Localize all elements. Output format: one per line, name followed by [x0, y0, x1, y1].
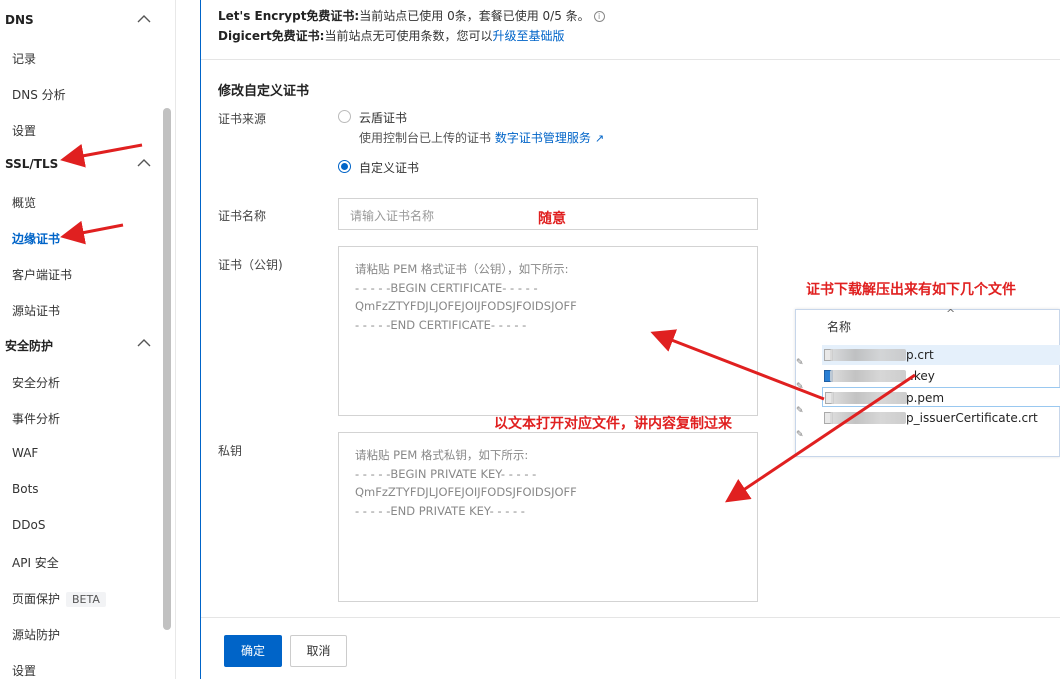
file-row-crt[interactable]: p.crt	[822, 345, 1060, 365]
sidebar-item-origin-certificates[interactable]: 源站证书	[12, 302, 60, 319]
digicert-notice: Digicert免费证书:当前站点无可使用条数，您可以升级至基础版	[218, 27, 565, 44]
letsencrypt-notice: Let's Encrypt免费证书:当前站点已使用 0条，套餐已使用 0/5 条…	[218, 7, 605, 24]
file-suffix: p.crt	[906, 348, 934, 362]
explorer-column-name[interactable]: 名称	[827, 318, 851, 335]
radio-cloud-description: 使用控制台已上传的证书 数字证书管理服务 ↗	[359, 129, 604, 146]
sidebar-item-page-protection[interactable]: 页面保护 BETA	[12, 590, 106, 607]
blurred-filename	[830, 370, 906, 382]
external-link-icon[interactable]: ↗	[595, 132, 604, 145]
annotation-random: 随意	[538, 211, 566, 227]
cancel-button[interactable]: 取消	[290, 635, 347, 667]
pin-icon: ✎	[796, 430, 804, 440]
radio-custom-certificate[interactable]	[338, 160, 351, 173]
radio-custom-label[interactable]: 自定义证书	[359, 159, 419, 176]
name-label: 证书名称	[218, 209, 267, 223]
section-title: 修改自定义证书	[218, 84, 310, 99]
annotation-copy-note: 以文本打开对应文件，讲内容复制过来	[494, 416, 732, 432]
letsencrypt-title: Let's Encrypt免费证书:	[218, 9, 360, 23]
sidebar-item-ddos[interactable]: DDoS	[12, 518, 45, 532]
pin-icon: ✎	[796, 382, 804, 392]
file-explorer-snippet: ^ 名称 ✎ ✎ ✎ ✎ p.crt .key p.pem p_issuerCe…	[795, 307, 1060, 457]
sidebar-item-dns-settings[interactable]: 设置	[12, 122, 36, 139]
sidebar-item-client-certificates[interactable]: 客户端证书	[12, 266, 72, 283]
chevron-up-icon[interactable]	[136, 157, 152, 169]
public-key-label: 证书（公钥)	[218, 258, 283, 272]
footer-divider	[201, 617, 1060, 618]
digicert-text: 当前站点无可使用条数，您可以	[324, 29, 493, 43]
sidebar-item-label: 页面保护	[12, 592, 61, 606]
sidebar-item-api-security[interactable]: API 安全	[12, 554, 59, 571]
blurred-filename	[830, 412, 906, 424]
radio-cloud-desc-text: 使用控制台已上传的证书	[359, 131, 492, 145]
divider	[201, 59, 1060, 60]
sidebar-scrollbar-thumb[interactable]	[163, 108, 171, 630]
certificate-placeholder: 请粘贴 PEM 格式证书（公钥），如下所示: - - - - -BEGIN CE…	[355, 262, 577, 332]
sidebar-item-event-analysis[interactable]: 事件分析	[12, 410, 60, 427]
sidebar-item-edge-certificates[interactable]: 边缘证书	[12, 230, 60, 247]
file-row-issuer-crt[interactable]: p_issuerCertificate.crt	[822, 408, 1060, 428]
private-key-label: 私钥	[218, 444, 243, 458]
pin-icon: ✎	[796, 358, 804, 368]
file-suffix: .key	[910, 369, 935, 383]
name-placeholder: 请输入证书名称	[350, 209, 435, 223]
info-icon[interactable]: i	[593, 11, 605, 22]
source-label: 证书来源	[218, 112, 267, 126]
sidebar-item-security-analysis[interactable]: 安全分析	[12, 374, 60, 391]
private-key-placeholder: 请粘贴 PEM 格式私钥，如下所示: - - - - -BEGIN PRIVAT…	[355, 448, 577, 518]
sidebar-group-ssl-tls[interactable]: SSL/TLS	[5, 157, 58, 171]
sidebar-group-security[interactable]: 安全防护	[5, 337, 53, 354]
certificate-textarea[interactable]: 请粘贴 PEM 格式证书（公钥），如下所示: - - - - -BEGIN CE…	[338, 246, 758, 416]
radio-cloud-certificate[interactable]	[338, 110, 351, 123]
sort-chevron-icon[interactable]: ^	[946, 307, 955, 320]
sidebar-group-dns[interactable]: DNS	[5, 13, 34, 27]
sidebar-item-security-settings[interactable]: 设置	[12, 662, 36, 679]
radio-cloud-label[interactable]: 云盾证书	[359, 109, 407, 126]
blurred-filename	[831, 392, 907, 404]
file-suffix: p_issuerCertificate.crt	[906, 411, 1038, 425]
letsencrypt-text: 当前站点已使用 0条，套餐已使用 0/5 条。	[359, 9, 590, 23]
sidebar-item-waf[interactable]: WAF	[12, 446, 38, 460]
file-row-key[interactable]: .key	[822, 366, 1060, 386]
blurred-filename	[830, 349, 906, 361]
sidebar-item-overview[interactable]: 概览	[12, 194, 36, 211]
file-row-pem[interactable]: p.pem	[822, 387, 1060, 407]
file-suffix: p.pem	[906, 391, 945, 405]
beta-badge: BETA	[66, 592, 106, 607]
chevron-up-icon[interactable]	[136, 13, 152, 25]
sidebar-item-dns-analysis[interactable]: DNS 分析	[12, 86, 66, 103]
sidebar-item-origin-protection[interactable]: 源站防护	[12, 626, 60, 643]
upgrade-link[interactable]: 升级至基础版	[493, 29, 565, 43]
chevron-up-icon[interactable]	[136, 337, 152, 349]
digicert-title: Digicert免费证书:	[218, 29, 325, 43]
sidebar-nav: DNS 记录 DNS 分析 设置 SSL/TLS 概览 边缘证书 客户端证书 源…	[0, 0, 176, 679]
sidebar-item-bots[interactable]: Bots	[12, 482, 39, 496]
pin-icon: ✎	[796, 406, 804, 416]
confirm-button[interactable]: 确定	[224, 635, 282, 667]
cert-service-link[interactable]: 数字证书管理服务	[495, 131, 591, 145]
sidebar-item-records[interactable]: 记录	[12, 50, 36, 67]
annotation-files-note: 证书下载解压出来有如下几个文件	[806, 282, 1016, 298]
private-key-textarea[interactable]: 请粘贴 PEM 格式私钥，如下所示: - - - - -BEGIN PRIVAT…	[338, 432, 758, 602]
